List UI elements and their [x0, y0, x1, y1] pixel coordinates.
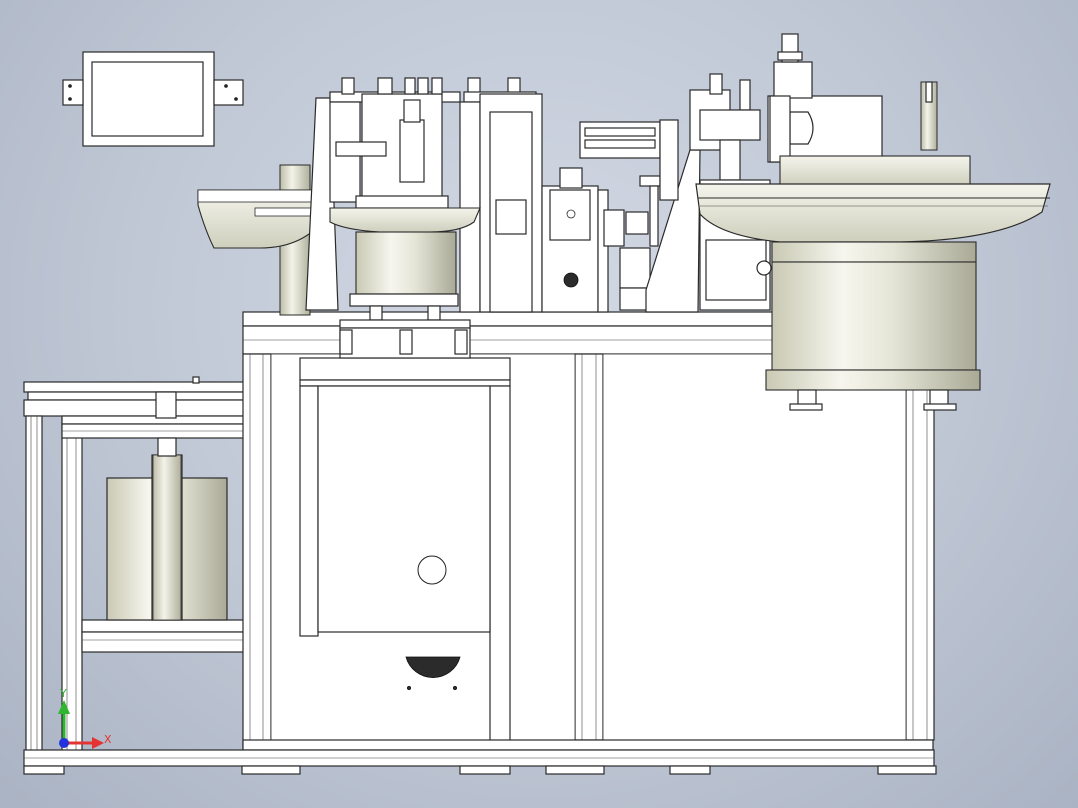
foot [459, 765, 511, 775]
panel-screen [91, 61, 204, 137]
x-axis-label: X [104, 733, 112, 746]
frame-post-2 [574, 353, 604, 741]
foot [545, 765, 605, 775]
right-top-head[interactable] [767, 33, 938, 163]
front-door-right[interactable] [602, 353, 907, 741]
cad-viewport[interactable]: Y X [0, 0, 1078, 808]
panel-bracket-right [213, 79, 244, 106]
foot [241, 765, 301, 775]
conveyor-top-rail [23, 381, 247, 393]
panel-bracket-left [62, 79, 84, 106]
frame-post-3 [905, 353, 935, 741]
foot [23, 765, 65, 775]
y-axis-label: Y [59, 687, 67, 700]
conveyor-leg-left [25, 415, 43, 753]
conveyor-leg-inner [61, 417, 83, 753]
rotary-indexing-table[interactable] [329, 195, 481, 321]
lower-storage-cylinder [106, 437, 228, 621]
foot [877, 765, 937, 775]
origin-dot [59, 738, 69, 748]
touch-screen-panel[interactable] [62, 51, 244, 147]
machine-assembly-drawing: Y X [23, 33, 1051, 775]
foot [669, 765, 711, 775]
frame-post-1 [242, 353, 272, 751]
cable-hole-upper [417, 555, 447, 585]
